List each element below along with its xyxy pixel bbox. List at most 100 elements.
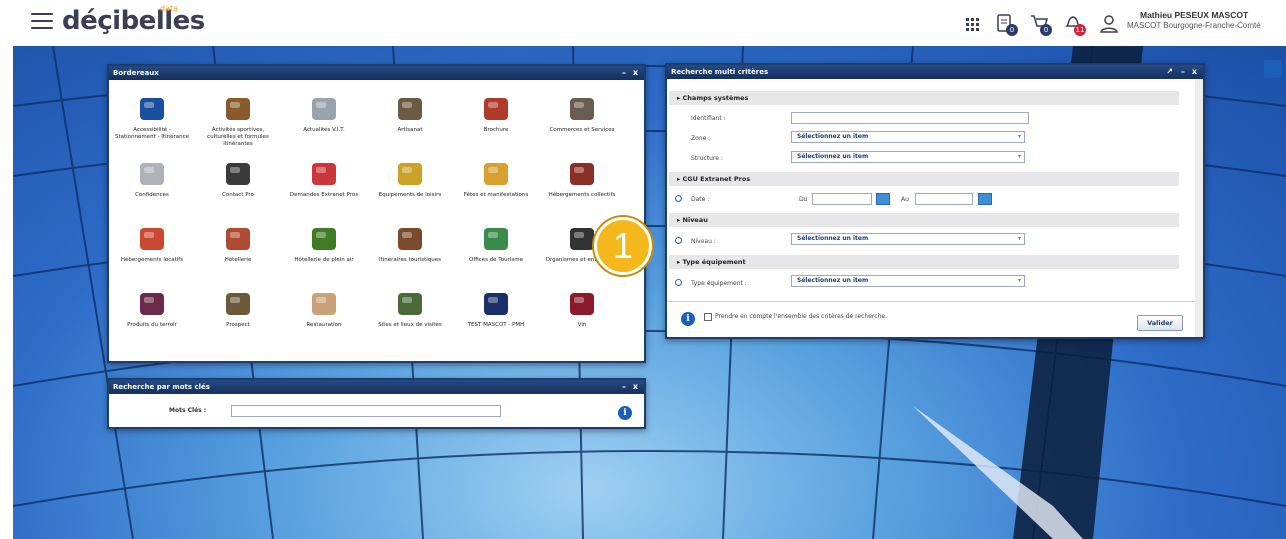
keyword-title: Recherche par mots clés [113, 383, 210, 391]
bordereau-tile-label: Restauration [306, 322, 342, 328]
bordereau-tile[interactable]: Sites et lieux de visites [371, 289, 449, 357]
identifiant-label: Identifiant : [691, 115, 726, 122]
bordereau-tile[interactable]: Hébergements locatifs [113, 224, 191, 292]
bordereau-tile[interactable]: Equipements de loisirs [371, 159, 449, 227]
bordereau-tile[interactable]: TEST MASCOT - PMH [457, 289, 535, 357]
section-type-equipement[interactable]: ▸ Type équipement [669, 255, 1179, 269]
multi-title-bar[interactable]: Recherche multi critères ↗ – x [667, 65, 1203, 79]
app-logo[interactable]: déçibelles [62, 6, 205, 36]
minimize-icon[interactable]: – [622, 66, 626, 80]
section-cgu-label: CGU Extranet Pros [682, 175, 751, 183]
bordereau-tile[interactable]: Actualités V.I.T. [285, 94, 363, 162]
bordereau-tile[interactable]: Hôtellerie de plein air [285, 224, 363, 292]
bordereau-tile[interactable]: Confidences [113, 159, 191, 227]
hamburger-menu-icon[interactable] [31, 13, 53, 29]
bordereau-tile[interactable]: Produits du terroir [113, 289, 191, 357]
bordereau-tile-label: Demandes Extranet Pros [289, 192, 359, 198]
bordereau-tile-label: Artisanat [397, 127, 423, 133]
bordereau-tile[interactable]: Activités sportives, culturelles et form… [199, 94, 277, 162]
calendar-icon[interactable] [876, 193, 890, 205]
type-equipement-label: Type équipement : [691, 280, 747, 287]
wrench-icon[interactable] [1264, 60, 1282, 78]
bordereau-tile-label: Hébergements collectifs [548, 192, 616, 198]
bordereau-tile-label: Confidences [135, 192, 169, 198]
type-equipement-select[interactable]: Sélectionnez un item [791, 275, 1025, 287]
bell-icon[interactable]: 11 [1062, 12, 1086, 36]
bordereau-tile-label: Accessibilité - Stationnement - Itinéran… [115, 127, 189, 140]
search-icon[interactable] [675, 279, 682, 286]
bordereau-tile[interactable]: Restauration [285, 289, 363, 357]
bordereau-tile[interactable]: Prospect [199, 289, 277, 357]
user-icon[interactable] [1098, 12, 1120, 34]
bordereau-tile-label: Commerces et Services [549, 127, 615, 133]
bordereau-tile[interactable]: Itinéraires touristiques [371, 224, 449, 292]
date-from-input[interactable] [812, 193, 872, 205]
bordereau-tile-label: Fêtes et manifestations [463, 192, 529, 198]
keyword-label: Mots Clés : [169, 407, 207, 414]
minimize-icon[interactable]: – [622, 380, 626, 394]
close-icon[interactable]: x [633, 380, 638, 394]
multi-criteria-panel: Recherche multi critères ↗ – x ▸ Champs … [665, 63, 1205, 339]
tasks-badge: 0 [1006, 24, 1018, 36]
workshop-icon [395, 94, 425, 124]
info-icon[interactable]: i [618, 406, 632, 420]
bordereau-tile-label: Hébergements locatifs [120, 257, 184, 263]
bordereau-tile[interactable]: Hôtellerie [199, 224, 277, 292]
identifiant-input[interactable] [791, 112, 1029, 124]
niveau-select[interactable]: Sélectionnez un item [791, 233, 1025, 245]
pin-icon[interactable]: ↗ [1166, 65, 1173, 79]
people-icon [223, 289, 253, 319]
bordereau-tile[interactable]: Accessibilité - Stationnement - Itinéran… [113, 94, 191, 162]
bordereau-tile-label: Brochure [483, 127, 509, 133]
search-icon[interactable] [675, 195, 682, 202]
section-type-label: Type équipement [682, 258, 746, 266]
bordereau-tile[interactable]: Vin [543, 289, 621, 357]
keyword-input[interactable] [231, 405, 501, 417]
bordereau-tile[interactable]: Commerces et Services [543, 94, 621, 162]
tent-icon [309, 224, 339, 254]
date-to-input[interactable] [915, 193, 973, 205]
zone-label: Zone : [691, 135, 711, 142]
notifications-badge: 11 [1074, 24, 1086, 36]
step-number-callout: 1 [594, 217, 652, 275]
bordereau-tile[interactable]: Contact Pro [199, 159, 277, 227]
bordereau-tile-label: Hôtellerie [224, 257, 252, 263]
ball-icon [395, 159, 425, 189]
bordereau-tile[interactable]: Brochure [457, 94, 535, 162]
close-icon[interactable]: x [633, 66, 638, 80]
keyword-title-bar[interactable]: Recherche par mots clés – x [109, 380, 644, 394]
validate-button[interactable]: Valider [1137, 315, 1183, 331]
bordereaux-title-bar[interactable]: Bordereaux – x [109, 66, 644, 80]
keyword-search-panel: Recherche par mots clés – x Mots Clés : … [107, 378, 646, 429]
zone-select[interactable]: Sélectionnez un item [791, 131, 1025, 143]
info-icon[interactable]: i [681, 312, 695, 326]
bordereau-tile[interactable]: Offices de Tourisme [457, 224, 535, 292]
minimize-icon[interactable]: – [1181, 65, 1185, 79]
criteria-checkbox[interactable] [704, 313, 712, 321]
parking-icon [137, 94, 167, 124]
calendar-icon[interactable] [978, 193, 992, 205]
top-bar: déçibelles data 0 0 11 Mathieu PESEUX MA… [0, 0, 1286, 46]
structure-select[interactable]: Sélectionnez un item [791, 151, 1025, 163]
bordereau-tile-label: Activités sportives, culturelles et form… [207, 127, 269, 147]
bordereau-tile-label: Produits du terroir [127, 322, 177, 328]
bordereau-tile[interactable]: Hébergements collectifs [543, 159, 621, 227]
brochure-icon [481, 94, 511, 124]
apps-grid-icon[interactable] [961, 12, 983, 34]
agent-icon [567, 224, 597, 254]
jar-icon [137, 289, 167, 319]
section-cgu-extranet-pros[interactable]: ▸ CGU Extranet Pros [669, 172, 1179, 186]
section-niveau[interactable]: ▸ Niveau [669, 213, 1179, 227]
bordereau-tile[interactable]: Fêtes et manifestations [457, 159, 535, 227]
search-icon[interactable] [675, 237, 682, 244]
clipboard-icon[interactable]: 0 [994, 12, 1018, 36]
close-icon[interactable]: x [1192, 65, 1197, 79]
scrollbar[interactable] [1195, 79, 1203, 337]
bordereau-tile[interactable]: Demandes Extranet Pros [285, 159, 363, 227]
user-name[interactable]: Mathieu PESEUX MASCOT [1140, 10, 1248, 20]
bordereau-tile-label: Contact Pro [222, 192, 254, 198]
date-from-label: Du [799, 196, 808, 203]
section-champs-systemes[interactable]: ▸ Champs systèmes [669, 91, 1179, 105]
cart-icon[interactable]: 0 [1028, 12, 1052, 36]
bordereau-tile[interactable]: Artisanat [371, 94, 449, 162]
